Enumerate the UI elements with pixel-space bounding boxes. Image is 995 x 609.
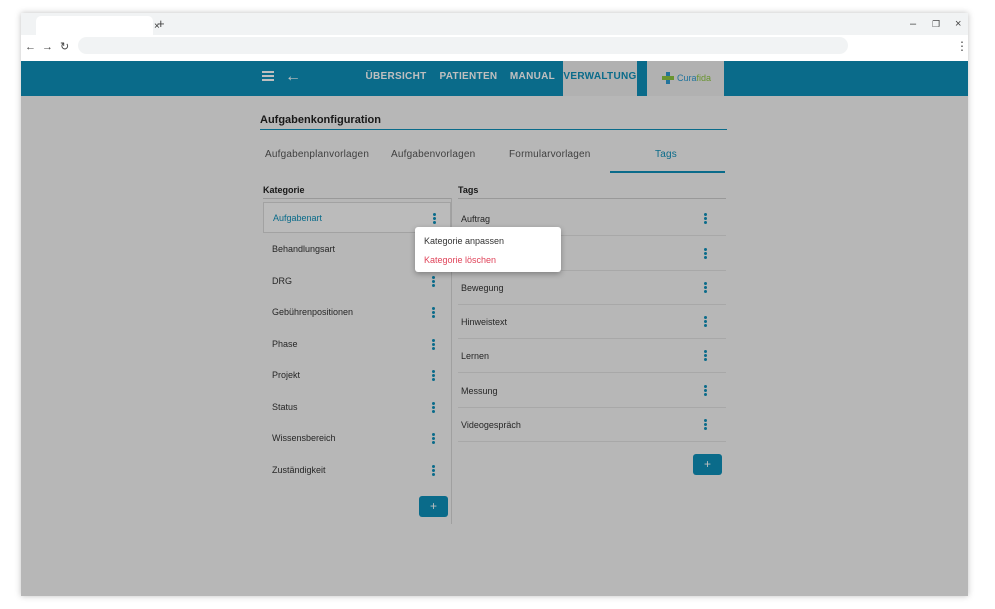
tab-strip: × + – ❐ × — [21, 13, 968, 35]
minimize-icon[interactable]: – — [910, 17, 916, 31]
browser-tab[interactable]: × — [36, 16, 160, 35]
address-bar[interactable] — [78, 37, 848, 54]
browser-toolbar: ← → ↻ ⋮ — [21, 35, 968, 61]
back-icon[interactable]: ← — [25, 40, 36, 54]
menu-item-delete-category[interactable]: Kategorie löschen — [424, 254, 496, 266]
forward-icon[interactable]: → — [42, 40, 53, 54]
context-menu: Kategorie anpassen Kategorie löschen — [415, 227, 561, 272]
reload-icon[interactable]: ↻ — [60, 40, 69, 54]
restore-icon[interactable]: ❐ — [932, 17, 940, 31]
app-content: ← ÜBERSICHT PATIENTEN MANUAL VERWALTUNG … — [21, 61, 968, 596]
modal-backdrop[interactable] — [21, 61, 968, 596]
browser-menu-icon[interactable]: ⋮ — [956, 39, 968, 53]
browser-window: × + – ❐ × ← → ↻ ⋮ ← ÜBERSICHT PATIENTEN … — [21, 13, 968, 596]
new-tab-icon[interactable]: + — [157, 15, 165, 33]
menu-item-edit-category[interactable]: Kategorie anpassen — [424, 235, 504, 247]
close-window-icon[interactable]: × — [955, 17, 961, 31]
